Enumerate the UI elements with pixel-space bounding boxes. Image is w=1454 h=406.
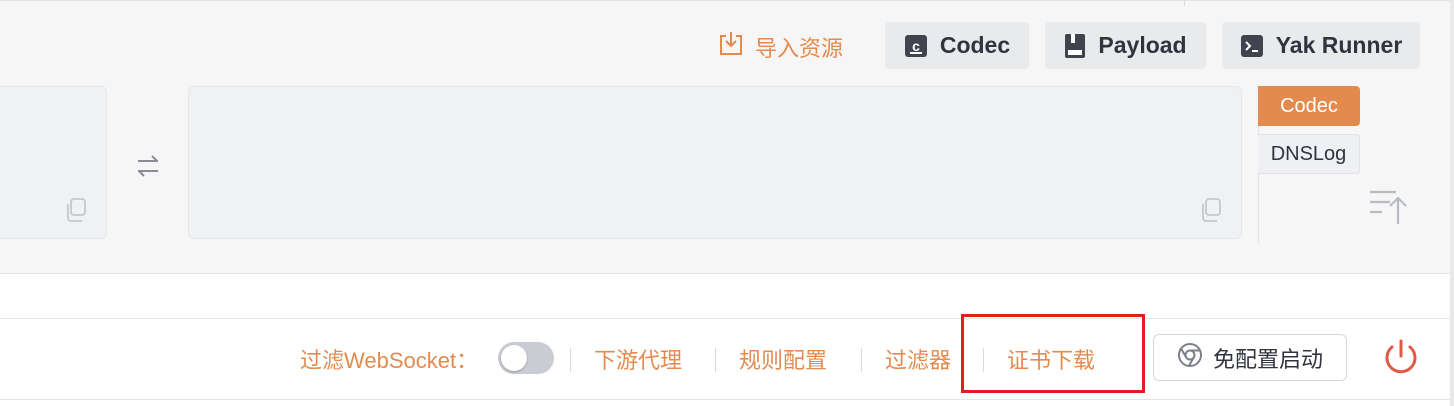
launch-button-label: 免配置启动	[1212, 346, 1323, 372]
filter-websocket-label: 过滤WebSocket：	[300, 348, 479, 373]
side-tab-codec[interactable]: Codec	[1258, 86, 1360, 126]
side-tab-dnslog[interactable]: DNSLog	[1258, 134, 1360, 174]
scrollbar-track	[1450, 0, 1454, 406]
toggle-knob	[501, 345, 527, 371]
import-resource-button[interactable]: 导入资源	[717, 30, 843, 64]
payload-icon	[1064, 33, 1086, 59]
rule-config-link[interactable]: 规则配置	[739, 344, 827, 378]
copy-icon[interactable]	[1199, 197, 1223, 228]
payload-label: Payload	[1098, 32, 1187, 58]
codec-label: Codec	[939, 32, 1011, 58]
filter-websocket-toggle[interactable]	[498, 342, 554, 374]
yak-runner-button[interactable]: Yak Runner	[1222, 22, 1420, 69]
input-editor[interactable]	[0, 86, 107, 239]
divider	[1184, 0, 1185, 6]
highlight-box	[961, 314, 1145, 393]
swap-icon[interactable]	[134, 152, 162, 185]
yak-runner-label: Yak Runner	[1275, 32, 1403, 58]
chrome-icon	[1177, 342, 1213, 374]
sort-icon[interactable]	[1368, 188, 1412, 233]
import-resource-label: 导入资源	[755, 36, 844, 61]
import-icon	[717, 30, 755, 64]
copy-icon[interactable]	[64, 197, 88, 228]
codec-icon: c	[904, 34, 928, 58]
separator	[715, 348, 716, 372]
downstream-proxy-link[interactable]: 下游代理	[594, 344, 682, 378]
separator	[570, 348, 571, 372]
terminal-icon	[1240, 34, 1264, 58]
separator	[861, 348, 862, 372]
filter-link[interactable]: 过滤器	[885, 344, 951, 378]
output-editor[interactable]	[188, 86, 1242, 239]
svg-text:c: c	[912, 38, 920, 54]
launch-without-config-button[interactable]: 免配置启动	[1153, 334, 1347, 381]
payload-button[interactable]: Payload	[1045, 22, 1206, 69]
power-icon[interactable]	[1382, 338, 1420, 383]
codec-button[interactable]: c Codec	[885, 22, 1029, 69]
